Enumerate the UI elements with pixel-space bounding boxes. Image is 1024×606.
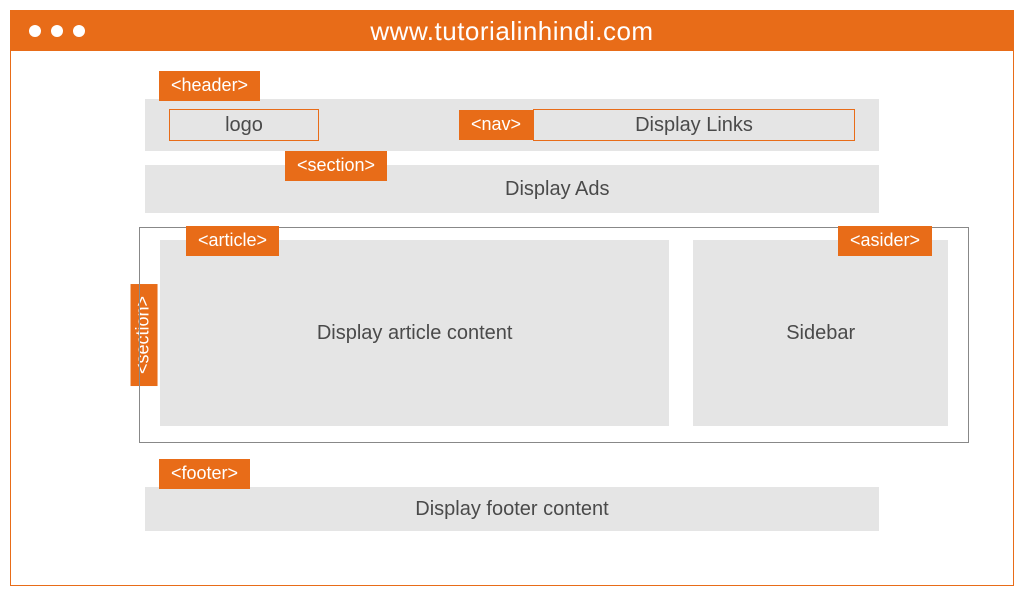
aside-tag-label: <asider> [838,226,932,256]
nav-tag-label: <nav> [459,110,533,140]
footer-tag-label: <footer> [159,459,250,489]
aside-box: Sidebar [693,240,948,426]
nav-group: <nav> Display Links [459,109,855,141]
header-bar: logo <nav> Display Links [145,99,879,151]
ads-text: Display Ads [505,178,610,201]
titlebar: www.tutorialinhindi.com [11,11,1013,51]
window-controls [29,25,85,37]
article-box: Display article content [160,240,669,426]
nav-links-box: Display Links [533,109,855,141]
header-region: <header> logo <nav> Display Links [145,71,879,151]
aside-text: Sidebar [786,322,855,345]
browser-window: www.tutorialinhindi.com <header> logo <n… [10,10,1014,586]
layout-canvas: <header> logo <nav> Display Links <secti… [11,51,1013,541]
ads-bar: Display Ads [145,165,879,213]
header-tag-label: <header> [159,71,260,101]
article-column: <article> Display article content [160,240,669,426]
footer-text: Display footer content [415,498,608,521]
titlebar-url: www.tutorialinhindi.com [11,16,1013,47]
main-region: <section> <article> Display article cont… [35,227,989,443]
dot-icon[interactable] [29,25,41,37]
main-outline: <article> Display article content <aside… [139,227,969,443]
logo-text: logo [225,114,263,137]
aside-column: <asider> Sidebar [693,240,948,426]
article-tag-label: <article> [186,226,279,256]
dot-icon[interactable] [51,25,63,37]
logo-box: logo [169,109,319,141]
ads-region: <section> Display Ads [145,165,879,213]
footer-bar: Display footer content [145,487,879,531]
section-tag-label: <section> [285,151,387,181]
footer-region: <footer> Display footer content [145,459,879,531]
dot-icon[interactable] [73,25,85,37]
article-text: Display article content [317,322,513,345]
nav-links-text: Display Links [635,114,753,137]
